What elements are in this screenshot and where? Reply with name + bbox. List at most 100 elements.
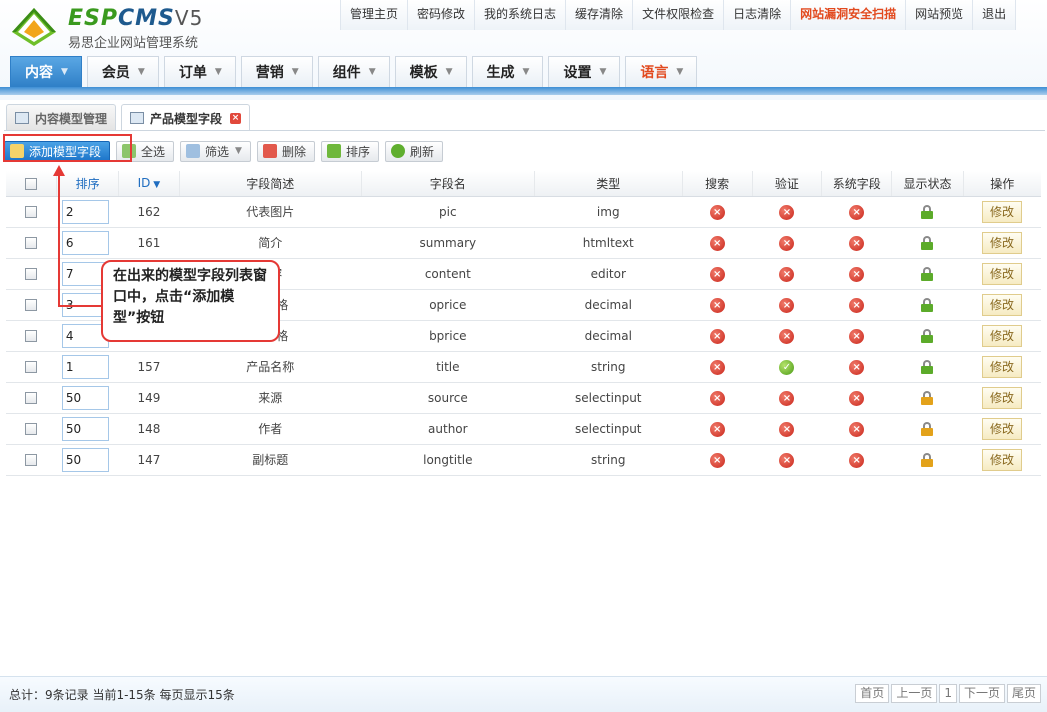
search-cross-icon[interactable]: × — [709, 328, 725, 344]
verify-cross-icon[interactable]: × — [779, 204, 795, 220]
filter-button[interactable]: 筛选 ▼ — [180, 140, 251, 162]
system-cross-icon[interactable]: × — [849, 266, 865, 282]
search-cross-icon[interactable]: × — [709, 390, 725, 406]
main-nav-language[interactable]: 语言 ▼ — [625, 56, 698, 87]
edit-button[interactable]: 修改 — [982, 231, 1023, 254]
system-cross-icon[interactable]: × — [849, 452, 865, 468]
pager-first[interactable]: 首页 — [855, 684, 890, 703]
sort-input[interactable] — [61, 385, 109, 410]
edit-button[interactable]: 修改 — [982, 324, 1023, 347]
sort-input[interactable] — [61, 230, 109, 255]
top-nav-password[interactable]: 密码修改 — [408, 0, 476, 30]
tab-product-fields[interactable]: 产品模型字段 × — [121, 104, 251, 131]
lock-icon[interactable] — [921, 359, 934, 374]
logo[interactable]: ESPCMSV5 易思企业网站管理系统 — [8, 4, 238, 51]
checkbox[interactable] — [25, 454, 38, 466]
edit-button[interactable]: 修改 — [982, 386, 1023, 409]
main-nav-order[interactable]: 订单 ▼ — [163, 56, 236, 87]
search-cross-icon[interactable]: × — [709, 204, 725, 220]
sort-button[interactable]: 排序 — [320, 140, 379, 162]
sort-input[interactable] — [61, 354, 109, 379]
search-cross-icon[interactable]: × — [709, 297, 725, 313]
header-sort[interactable]: 排序 — [56, 171, 119, 197]
header-select-all[interactable] — [6, 171, 58, 197]
system-cross-icon[interactable]: × — [849, 359, 865, 375]
top-nav-preview[interactable]: 网站预览 — [906, 0, 974, 30]
edit-button[interactable]: 修改 — [982, 417, 1023, 440]
main-nav-marketing[interactable]: 营销 ▼ — [240, 56, 313, 87]
checkbox[interactable] — [25, 177, 38, 190]
checkbox[interactable] — [25, 268, 38, 280]
edit-button[interactable]: 修改 — [982, 262, 1023, 285]
main-nav-component[interactable]: 组件 ▼ — [317, 56, 390, 87]
verify-cross-icon[interactable]: × — [779, 328, 795, 344]
checkbox[interactable] — [25, 392, 38, 404]
close-icon[interactable]: × — [230, 112, 242, 124]
top-nav-file-permission[interactable]: 文件权限检查 — [633, 0, 725, 30]
pager-last[interactable]: 尾页 — [1006, 684, 1041, 703]
checkbox[interactable] — [25, 206, 38, 218]
main-nav-generate[interactable]: 生成 ▼ — [471, 56, 544, 87]
system-cross-icon[interactable]: × — [849, 421, 865, 437]
lock-icon[interactable] — [921, 390, 934, 405]
header-id[interactable]: ID ▼ — [118, 171, 180, 197]
main-nav-content[interactable]: 内容 ▼ — [10, 56, 82, 87]
top-nav-home[interactable]: 管理主页 — [341, 0, 409, 30]
refresh-button[interactable]: 刷新 — [385, 140, 444, 162]
edit-button[interactable]: 修改 — [982, 448, 1023, 471]
top-nav-security-scan[interactable]: 网站漏洞安全扫描 — [791, 0, 907, 30]
search-cross-icon[interactable]: × — [709, 421, 725, 437]
verify-check-icon[interactable]: ✓ — [779, 359, 795, 375]
checkbox[interactable] — [25, 361, 38, 373]
verify-cross-icon[interactable]: × — [779, 452, 795, 468]
row-select[interactable] — [6, 227, 57, 259]
search-cross-icon[interactable]: × — [709, 359, 725, 375]
lock-icon[interactable] — [921, 421, 934, 436]
pager-prev[interactable]: 上一页 — [891, 684, 938, 703]
system-cross-icon[interactable]: × — [849, 390, 865, 406]
row-select[interactable] — [6, 351, 57, 383]
verify-cross-icon[interactable]: × — [779, 235, 795, 251]
row-select[interactable] — [6, 444, 57, 476]
lock-icon[interactable] — [921, 235, 934, 250]
pager-next[interactable]: 下一页 — [958, 684, 1005, 703]
verify-cross-icon[interactable]: × — [779, 297, 795, 313]
verify-cross-icon[interactable]: × — [779, 266, 795, 282]
tab-content-model[interactable]: 内容模型管理 — [6, 104, 117, 131]
system-cross-icon[interactable]: × — [849, 297, 865, 313]
system-cross-icon[interactable]: × — [849, 235, 865, 251]
edit-button[interactable]: 修改 — [982, 200, 1023, 223]
lock-icon[interactable] — [921, 328, 934, 343]
row-select[interactable] — [6, 320, 57, 352]
checkbox[interactable] — [25, 237, 38, 249]
verify-cross-icon[interactable]: × — [779, 421, 795, 437]
top-nav-logout[interactable]: 退出 — [973, 0, 1017, 30]
lock-icon[interactable] — [921, 297, 934, 312]
checkbox[interactable] — [25, 330, 38, 342]
checkbox[interactable] — [25, 299, 38, 311]
row-select[interactable] — [6, 196, 57, 228]
main-nav-template[interactable]: 模板 ▼ — [394, 56, 467, 87]
main-nav-settings[interactable]: 设置 ▼ — [548, 56, 621, 87]
delete-button[interactable]: 删除 — [256, 140, 315, 162]
search-cross-icon[interactable]: × — [709, 266, 725, 282]
system-cross-icon[interactable]: × — [849, 204, 865, 220]
lock-icon[interactable] — [921, 452, 934, 467]
system-cross-icon[interactable]: × — [849, 328, 865, 344]
edit-button[interactable]: 修改 — [982, 355, 1023, 378]
checkbox[interactable] — [25, 423, 38, 435]
pager-page[interactable]: 1 — [939, 684, 957, 703]
sort-input[interactable] — [61, 416, 109, 441]
sort-input[interactable] — [61, 199, 109, 224]
row-select[interactable] — [6, 382, 57, 414]
search-cross-icon[interactable]: × — [709, 235, 725, 251]
search-cross-icon[interactable]: × — [709, 452, 725, 468]
edit-button[interactable]: 修改 — [982, 293, 1023, 316]
top-nav-clear-log[interactable]: 日志清除 — [724, 0, 792, 30]
lock-icon[interactable] — [921, 266, 934, 281]
row-select[interactable] — [6, 289, 57, 321]
top-nav-clear-cache[interactable]: 缓存清除 — [566, 0, 634, 30]
row-select[interactable] — [6, 413, 57, 445]
verify-cross-icon[interactable]: × — [779, 390, 795, 406]
sort-input[interactable] — [61, 447, 109, 472]
